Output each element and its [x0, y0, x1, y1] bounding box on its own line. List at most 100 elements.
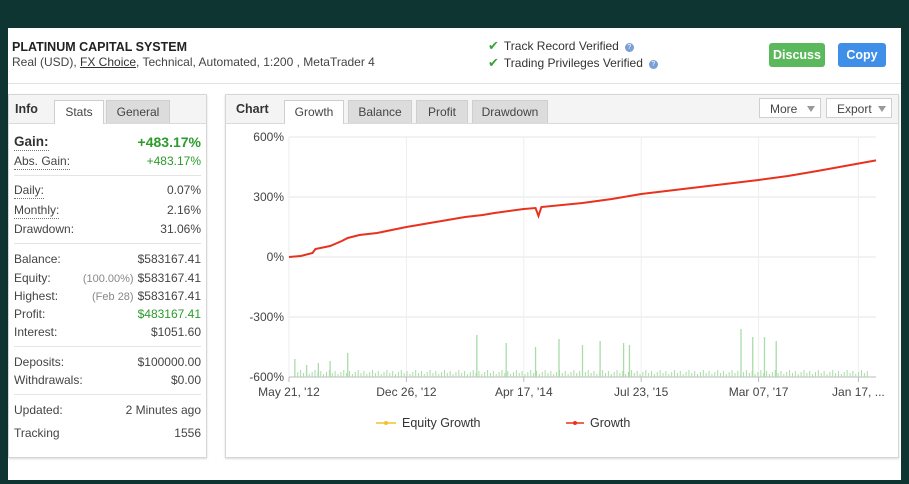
abs-gain-label: Abs. Gain: [14, 154, 71, 170]
equity-value: $583167.41 [137, 271, 201, 285]
legend-growth-marker [573, 421, 577, 425]
drawdown-value: 31.06% [160, 222, 201, 236]
daily-label: Daily: [14, 183, 45, 199]
page: PLATINUM CAPITAL SYSTEM Real (USD), FX C… [8, 28, 901, 480]
x-tick-label: Jul 23, '15 [614, 385, 669, 399]
tab-stats[interactable]: Stats [54, 100, 104, 124]
x-tick-label: Jan 17, ... [832, 385, 885, 399]
profit-value: $483167.41 [137, 307, 201, 321]
withdrawals-value: $0.00 [170, 373, 201, 387]
more-label: More [770, 102, 798, 116]
withdrawals-row: Withdrawals: $0.00 [14, 372, 201, 388]
drawdown-label: Drawdown: [14, 222, 75, 236]
equity-label: Equity: [14, 271, 51, 285]
daily-value: 0.07% [166, 183, 201, 197]
export-dropdown[interactable]: Export [826, 98, 892, 118]
info-tabbar: Info Stats General [9, 95, 206, 124]
growth-line [288, 159, 877, 258]
chevron-down-icon [878, 106, 886, 112]
y-tick-label: -600% [249, 370, 284, 384]
chart-title: Chart [236, 102, 269, 116]
updated-row: Updated: 2 Minutes ago [14, 402, 201, 418]
x-tick-label: Mar 07, '17 [729, 385, 789, 399]
track-record-verified: ✔ Track Record Verified? [488, 38, 634, 54]
monthly-row: Monthly: 2.16% [14, 202, 201, 219]
equity-row: Equity: (100.00%) $583167.41 [14, 270, 201, 286]
highest-date: (Feb 28) [92, 291, 134, 303]
more-dropdown[interactable]: More [759, 98, 821, 118]
tracking-row: Tracking 1556 [14, 425, 201, 441]
chevron-down-icon [807, 106, 815, 112]
legend-equity-label: Equity Growth [402, 416, 481, 430]
updated-label: Updated: [14, 403, 63, 417]
system-title: PLATINUM CAPITAL SYSTEM [12, 40, 187, 54]
x-tick-label: Dec 26, '12 [376, 385, 437, 399]
check-icon: ✔ [488, 38, 499, 53]
discuss-button[interactable]: Discuss [769, 43, 825, 67]
deposits-row: Deposits: $100000.00 [14, 354, 201, 370]
equity-percent: (100.00%) [82, 273, 134, 285]
interest-label: Interest: [14, 325, 58, 339]
divider [14, 394, 201, 395]
deposits-value: $100000.00 [137, 355, 201, 369]
check-icon: ✔ [488, 55, 499, 70]
info-title: Info [15, 102, 38, 116]
track-record-label: Track Record Verified [503, 39, 619, 53]
divider [14, 346, 201, 347]
monthly-label: Monthly: [14, 203, 60, 219]
trading-privileges-verified: ✔ Trading Privileges Verified? [488, 55, 658, 71]
legend-growth-label: Growth [590, 416, 630, 430]
system-subtitle: Real (USD), FX Choice, Technical, Automa… [12, 55, 375, 69]
divider [14, 243, 201, 244]
tab-balance[interactable]: Balance [348, 100, 412, 123]
tab-growth[interactable]: Growth [284, 100, 344, 124]
abs-gain-row: Abs. Gain: +483.17% [14, 153, 201, 170]
info-panel: Info Stats General Gain: +483.17% Abs. G… [8, 94, 207, 458]
legend-equity-marker [384, 421, 388, 425]
growth-chart: 600% 300% 0% -300% -600%May 21, '12 Dec 26, '… [249, 130, 885, 430]
abs-gain-value: +483.17% [146, 154, 201, 168]
gain-value: +483.17% [137, 134, 201, 150]
trading-privileges-label: Trading Privileges Verified [503, 56, 643, 70]
updated-value: 2 Minutes ago [125, 403, 201, 417]
highest-label: Highest: [14, 289, 59, 303]
balance-row: Balance: $583167.41 [14, 251, 201, 267]
x-tick-label: May 21, '12 [258, 385, 320, 399]
broker-link[interactable]: FX Choice [80, 55, 136, 69]
tracking-value: 1556 [174, 426, 201, 440]
y-tick-label: 0% [267, 250, 285, 264]
balance-label: Balance: [14, 252, 61, 266]
y-tick-label: -300% [249, 310, 284, 324]
export-label: Export [837, 102, 872, 116]
deposits-label: Deposits: [14, 355, 65, 369]
chart-panel: Chart Growth Balance Profit Drawdown Mor… [225, 94, 899, 458]
help-icon[interactable]: ? [624, 43, 634, 52]
system-header: PLATINUM CAPITAL SYSTEM Real (USD), FX C… [8, 28, 901, 84]
system-details: , Technical, Automated, 1:200 , MetaTrad… [136, 55, 375, 69]
withdrawals-label: Withdrawals: [14, 373, 83, 387]
interest-row: Interest: $1051.60 [14, 324, 201, 340]
help-icon[interactable]: ? [648, 60, 658, 69]
profit-label: Profit: [14, 307, 46, 321]
monthly-value: 2.16% [166, 203, 201, 217]
profit-row: Profit: $483167.41 [14, 306, 201, 322]
tab-drawdown[interactable]: Drawdown [472, 100, 548, 123]
x-tick-label: Apr 17, '14 [495, 385, 553, 399]
tracking-label: Tracking [14, 426, 60, 440]
daily-row: Daily: 0.07% [14, 182, 201, 199]
copy-button[interactable]: Copy [838, 43, 886, 67]
chart-tabbar: Chart Growth Balance Profit Drawdown Mor… [226, 95, 898, 124]
y-tick-label: 600% [253, 130, 284, 144]
drawdown-row: Drawdown: 31.06% [14, 221, 201, 237]
y-tick-label: 300% [253, 190, 284, 204]
gain-label: Gain: [14, 134, 49, 151]
account-type: Real (USD), [12, 55, 81, 69]
tab-general[interactable]: General [106, 100, 170, 123]
balance-value: $583167.41 [137, 252, 201, 266]
highest-row: Highest: (Feb 28) $583167.41 [14, 288, 201, 304]
interest-value: $1051.60 [150, 325, 201, 339]
divider [14, 175, 201, 176]
tab-profit[interactable]: Profit [416, 100, 468, 123]
gain-row: Gain: +483.17% [14, 134, 201, 151]
highest-value: $583167.41 [137, 289, 201, 303]
